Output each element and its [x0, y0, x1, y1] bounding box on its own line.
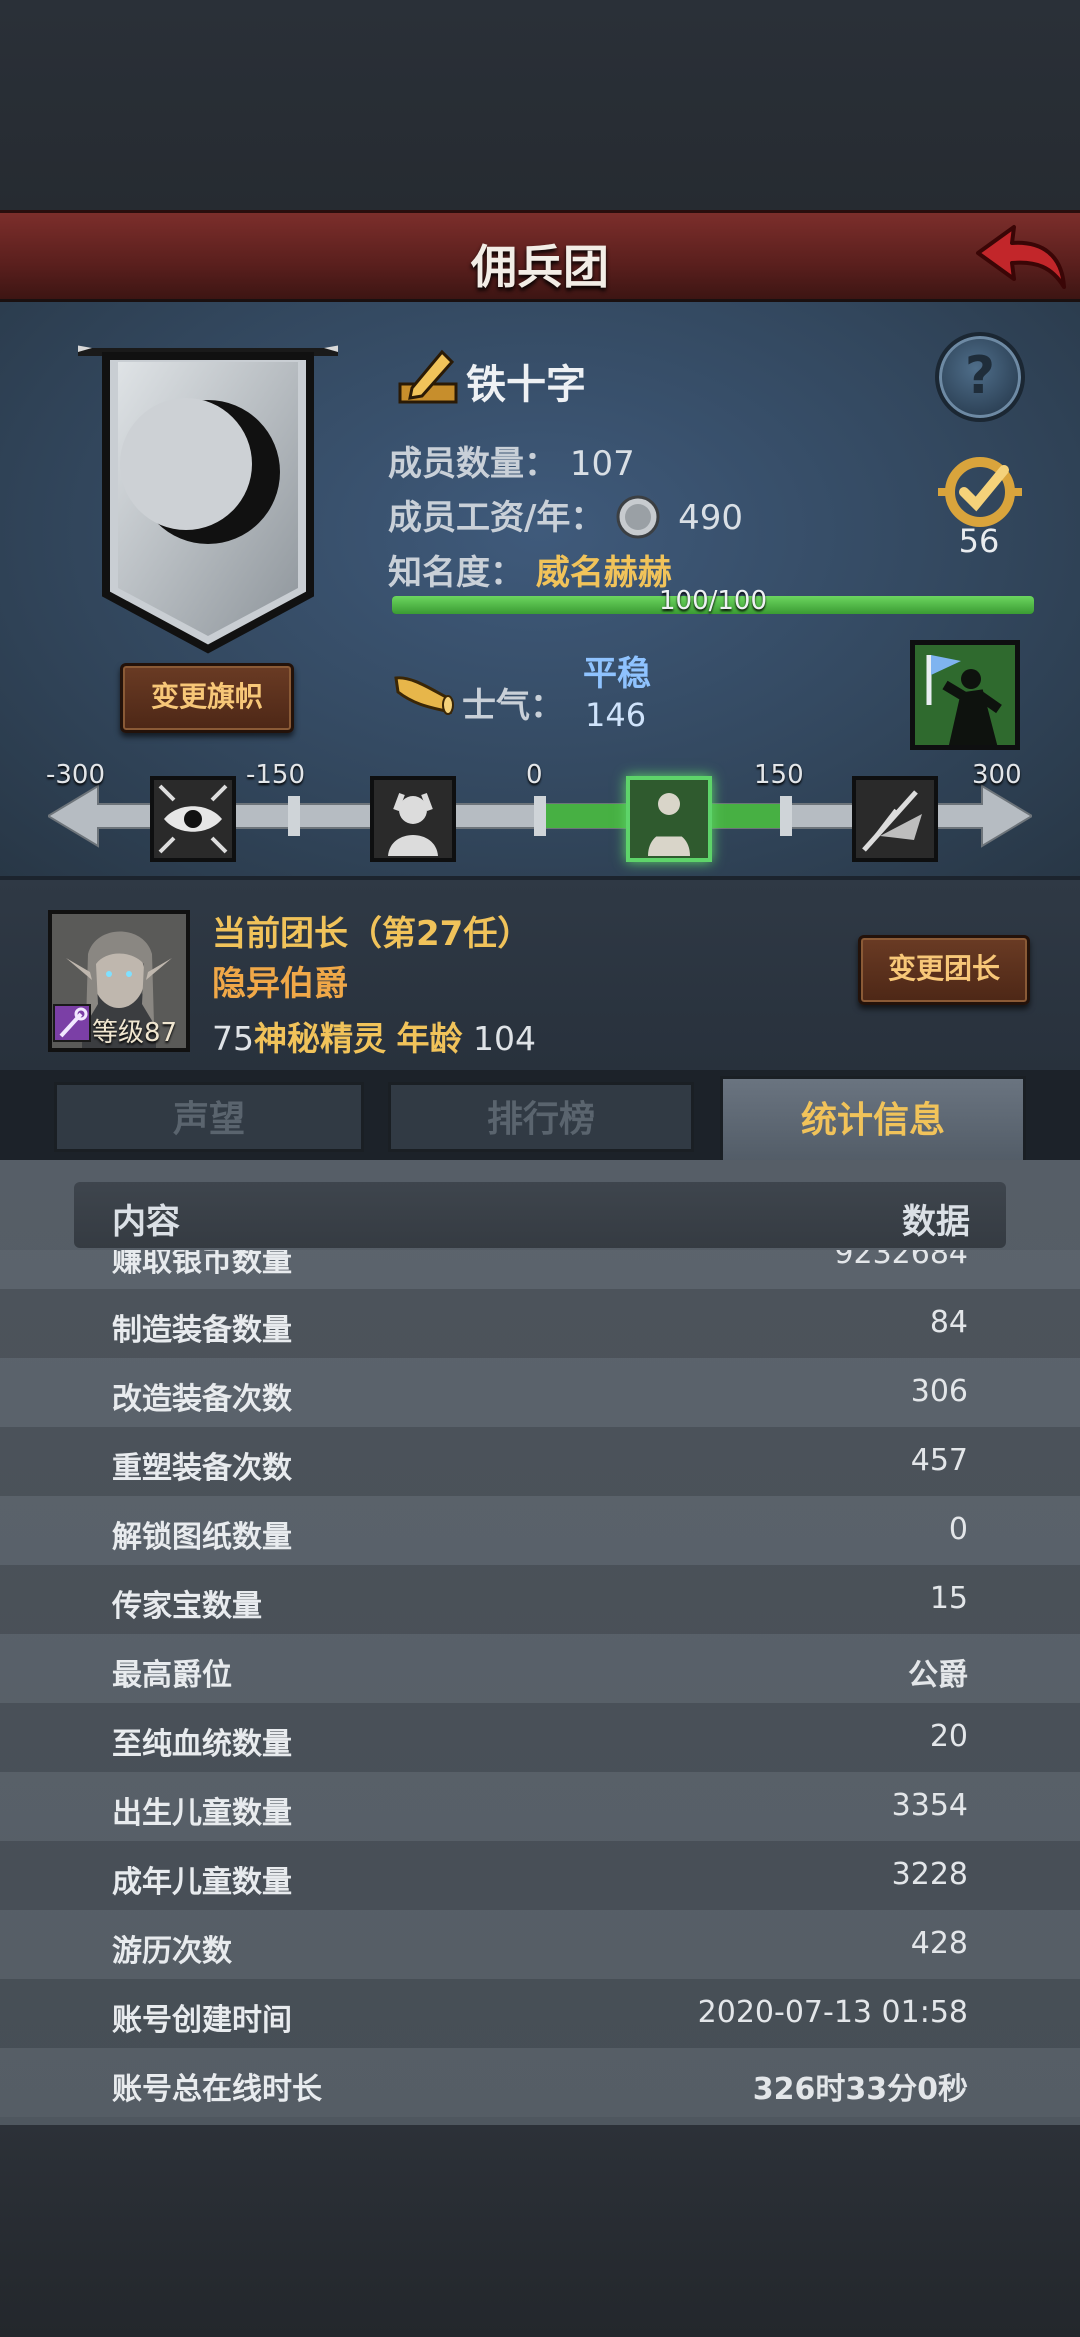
tab-statistics[interactable]: 统计信息	[720, 1076, 1026, 1160]
morale-level-calm-icon[interactable]	[626, 776, 712, 862]
row-label: 游历次数	[112, 1934, 232, 1969]
morale-level-despair-icon[interactable]	[370, 776, 456, 862]
morale-state: 平稳	[583, 654, 651, 694]
staff-icon	[53, 1004, 91, 1042]
column-header-data: 数据	[902, 1202, 970, 1242]
row-label: 账号总在线时长	[112, 2072, 322, 2107]
silver-coin-icon	[616, 495, 660, 539]
fame-progress-label: 100/100	[658, 586, 767, 616]
salary-row: 成员工资/年： 490	[388, 490, 743, 545]
table-row: 赚取银币数量 9232684	[0, 1250, 1080, 1289]
rank-value: 56	[958, 522, 1000, 560]
salary-value: 490	[678, 498, 744, 538]
morale-value: 146	[585, 696, 647, 734]
row-value: 3228	[891, 1857, 968, 1892]
bottom-background	[0, 2125, 1080, 2337]
row-label: 重塑装备次数	[112, 1451, 292, 1486]
row-value: 2020-07-13 01:58	[697, 1995, 968, 2030]
row-value: 公爵	[908, 1658, 968, 1693]
title-bar: 佣兵团	[0, 210, 1080, 302]
row-label: 账号创建时间	[112, 2003, 292, 2038]
scale-label-neg300: -300	[46, 760, 106, 790]
leader-details: 75神秘精灵 年龄 104	[212, 1012, 536, 1060]
page-title: 佣兵团	[471, 240, 609, 294]
table-row: 账号总在线时长 326时33分0秒	[0, 2048, 1080, 2117]
table-row: 重塑装备次数 457	[0, 1427, 1080, 1496]
table-row: 解锁图纸数量 0	[0, 1496, 1080, 1565]
scale-label-0: 0	[526, 760, 543, 790]
leader-age-label: 年龄	[396, 1019, 463, 1058]
row-label: 改造装备次数	[112, 1382, 292, 1417]
row-value: 457	[910, 1443, 968, 1478]
statistics-list[interactable]: 赚取银币数量 9232684 制造装备数量 84 改造装备次数 306 重塑装备次数 457 解…	[0, 1250, 1080, 2125]
row-label: 传家宝数量	[112, 1589, 262, 1624]
column-header-content: 内容	[112, 1202, 180, 1242]
salary-label: 成员工资/年：	[388, 498, 605, 538]
leader-race-level: 75	[212, 1019, 254, 1058]
leader-level: 等级87	[92, 1018, 178, 1048]
morale-label: 士气：	[462, 686, 564, 726]
row-label: 赚取银币数量	[112, 1250, 292, 1279]
table-row: 游历次数 428	[0, 1910, 1080, 1979]
row-value: 326时33分0秒	[752, 2072, 968, 2107]
morale-level-rally-icon[interactable]	[852, 776, 938, 862]
table-row: 出生儿童数量 3354	[0, 1772, 1080, 1841]
scale-label-150: 150	[754, 760, 804, 790]
help-button[interactable]: ?	[935, 332, 1025, 422]
table-row: 改造装备次数 306	[0, 1358, 1080, 1427]
leader-race: 神秘精灵	[254, 1019, 386, 1058]
members-label: 成员数量：	[388, 444, 558, 484]
leader-name: 隐异伯爵	[212, 964, 348, 1004]
edit-name-icon[interactable]	[396, 344, 460, 408]
row-label: 至纯血统数量	[112, 1727, 292, 1762]
morale-level-eye-icon[interactable]	[150, 776, 236, 862]
members-value: 107	[569, 444, 635, 484]
row-value: 428	[910, 1926, 968, 1961]
row-value: 9232684	[834, 1250, 968, 1271]
top-background	[0, 0, 1080, 210]
row-label: 制造装备数量	[112, 1313, 292, 1348]
table-row: 成年儿童数量 3228	[0, 1841, 1080, 1910]
row-value: 20	[929, 1719, 968, 1754]
row-value: 15	[929, 1581, 968, 1616]
members-row: 成员数量： 107	[388, 436, 635, 485]
table-row: 账号创建时间 2020-07-13 01:58	[0, 1979, 1080, 2048]
tab-reputation[interactable]: 声望	[54, 1082, 364, 1152]
row-value: 84	[929, 1305, 968, 1340]
row-label: 成年儿童数量	[112, 1865, 292, 1900]
guild-name: 铁十字	[466, 362, 586, 408]
scale-label-neg150: -150	[246, 760, 306, 790]
table-row: 至纯血统数量 20	[0, 1703, 1080, 1772]
guild-banner-icon	[70, 344, 346, 654]
table-row: 制造装备数量 84	[0, 1289, 1080, 1358]
table-row: 最高爵位 公爵	[0, 1634, 1080, 1703]
row-label: 最高爵位	[112, 1658, 232, 1693]
tab-leaderboard[interactable]: 排行榜	[388, 1082, 694, 1152]
leader-title: 当前团长（第27任）	[212, 914, 532, 954]
change-leader-button[interactable]: 变更团长	[858, 935, 1030, 1005]
back-arrow-icon[interactable]	[972, 221, 1068, 297]
row-value: 306	[910, 1374, 968, 1409]
change-flag-button[interactable]: 变更旗帜	[120, 663, 294, 733]
row-label: 出生儿童数量	[112, 1796, 292, 1831]
table-row: 传家宝数量 15	[0, 1565, 1080, 1634]
morale-banner-icon[interactable]	[910, 640, 1020, 750]
scale-label-300: 300	[972, 760, 1022, 790]
leader-age-value: 104	[473, 1019, 536, 1058]
row-value: 0	[948, 1512, 968, 1547]
row-value: 3354	[891, 1788, 968, 1823]
row-label: 解锁图纸数量	[112, 1520, 292, 1555]
horn-icon	[392, 668, 454, 720]
